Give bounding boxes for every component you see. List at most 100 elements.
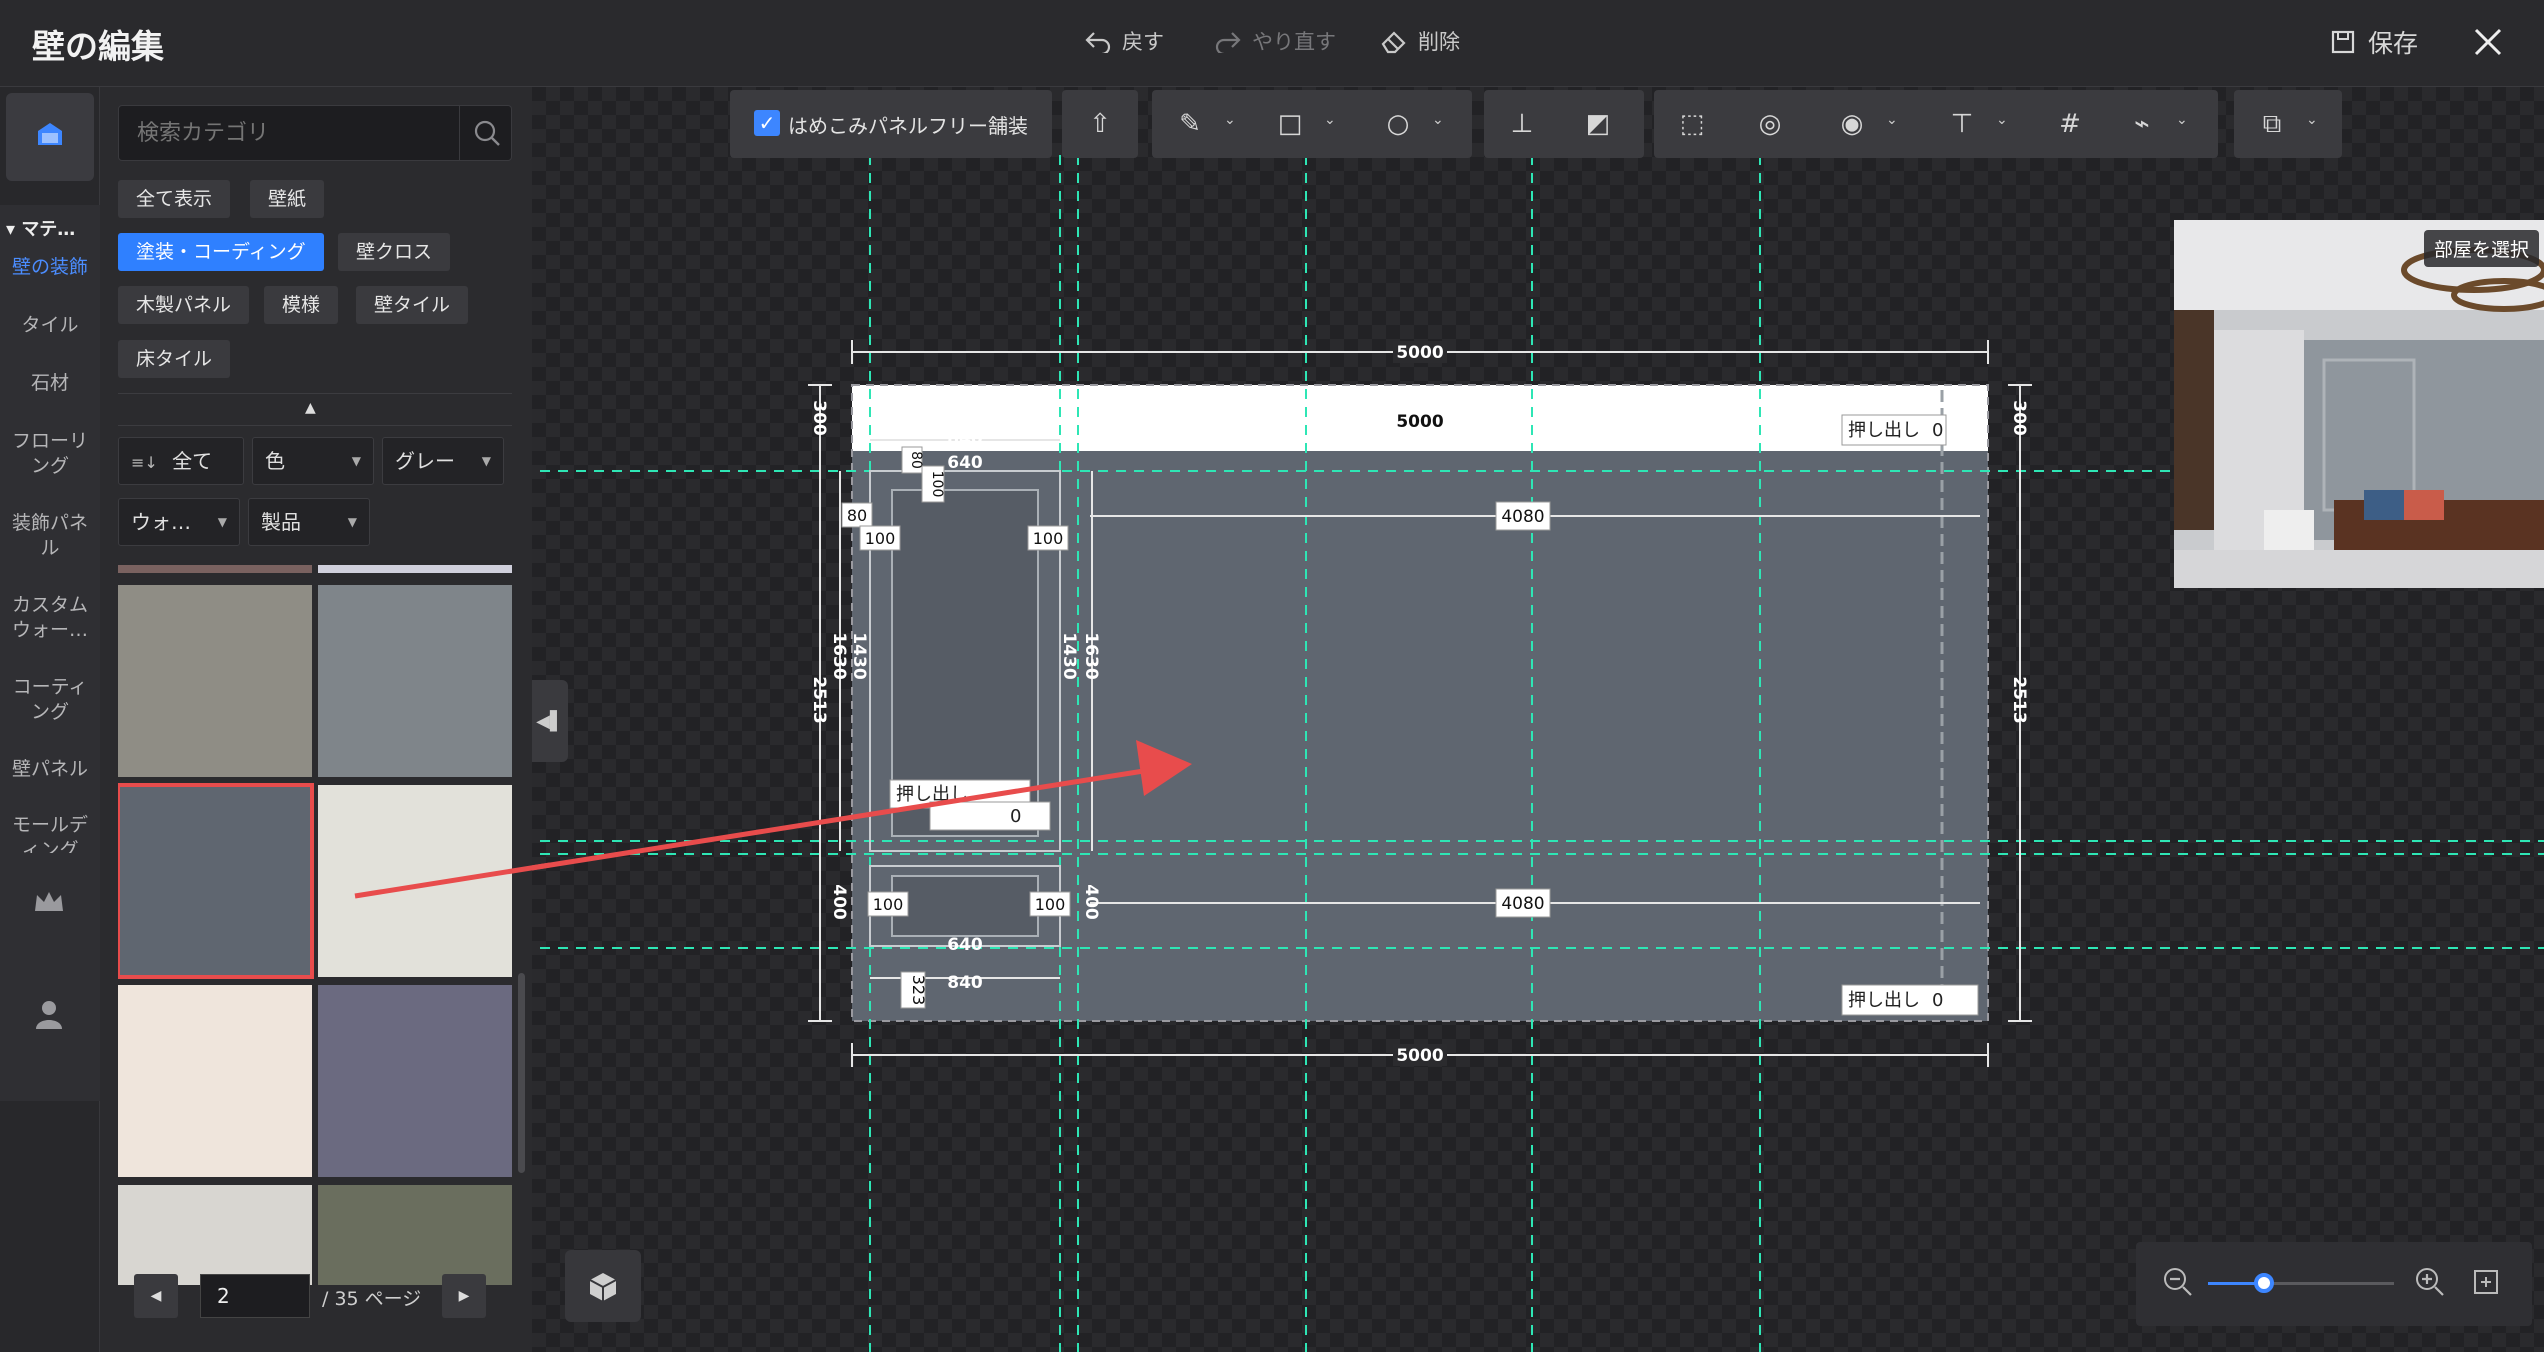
chip-wall-cloth[interactable]: 壁クロス — [338, 233, 451, 271]
chip-pattern[interactable]: 模様 — [264, 286, 339, 324]
chip-wall-tile[interactable]: 壁タイル — [356, 286, 469, 324]
room-preview[interactable] — [2174, 220, 2544, 588]
rail-item-flooring[interactable]: フローリング — [0, 429, 100, 479]
view-3d-button[interactable] — [565, 1250, 641, 1322]
align-icon[interactable]: ⊤ — [1942, 104, 1982, 144]
grid-icon[interactable]: # — [2050, 104, 2090, 144]
fit-view-button[interactable] — [2472, 1268, 2500, 1300]
chevron-left-icon: ◀ — [150, 1288, 162, 1304]
upload-icon[interactable]: ⇧ — [1080, 104, 1120, 144]
dim-frame2-lower-left: 100 — [873, 895, 904, 914]
toolbar-group-checkbox: ✓ はめこみパネルフリー舗装 — [730, 90, 1052, 158]
chip-wood-panel[interactable]: 木製パネル — [118, 286, 250, 324]
pen-tool-icon[interactable]: ✎ — [1170, 104, 1210, 144]
select-room-label[interactable]: 部屋を選択 — [2424, 230, 2540, 267]
crown-icon[interactable] — [32, 887, 66, 921]
rail-section-header[interactable]: ▾ マテ… — [6, 215, 75, 241]
chevron-down-icon[interactable]: ⌄ — [2176, 112, 2188, 128]
prev-page-button[interactable]: ◀ — [134, 1274, 178, 1318]
panel-free-checkbox[interactable]: ✓ — [754, 110, 780, 136]
swatch-grid — [118, 565, 512, 1285]
chip-show-all[interactable]: 全て表示 — [118, 180, 231, 218]
close-button[interactable] — [2466, 20, 2510, 64]
material-category-button[interactable] — [6, 93, 94, 181]
redo-button[interactable]: やり直す — [1214, 26, 1336, 56]
collapse-chips-icon[interactable]: ▲ — [305, 400, 316, 416]
eye-icon[interactable]: ◉ — [1832, 104, 1872, 144]
zoom-slider-handle[interactable] — [2253, 1273, 2274, 1293]
chevron-down-icon[interactable]: ⌄ — [1224, 112, 1236, 128]
undo-label: 戻す — [1122, 30, 1164, 54]
undo-button[interactable]: 戻す — [1084, 26, 1164, 56]
page-number-input[interactable] — [200, 1274, 310, 1318]
dim-frame2-left: 100 — [865, 529, 896, 548]
chevron-down-icon[interactable]: ⌄ — [1432, 112, 1444, 128]
panel-scrollbar[interactable] — [518, 973, 525, 1173]
swatch-tile[interactable] — [118, 585, 312, 777]
extrude-value-door: 0 — [1010, 806, 1021, 827]
lower-panel-inner[interactable] — [891, 875, 1039, 937]
sort-select[interactable]: ≡↓ 全て — [118, 437, 244, 485]
swatch-strip[interactable] — [118, 565, 312, 573]
chevron-down-icon: ▼ — [217, 515, 227, 529]
rail-item-tile[interactable]: タイル — [0, 313, 100, 338]
chevron-down-icon[interactable]: ⌄ — [1324, 112, 1336, 128]
swatch-tile-selected[interactable] — [118, 783, 314, 979]
user-icon[interactable] — [32, 997, 66, 1035]
rail-section: ▾ マテ… 壁の装飾 タイル 石材 フローリング 装飾パネル カスタムウォー… … — [0, 205, 100, 1101]
next-page-button[interactable]: ▶ — [442, 1274, 486, 1318]
color-select[interactable]: 色 ▼ — [252, 437, 374, 485]
rail-item-coating[interactable]: コーティング — [0, 675, 100, 725]
chevron-right-icon: ▶ — [458, 1288, 470, 1304]
color-select-label: 色 — [265, 449, 285, 473]
search-input[interactable] — [119, 106, 459, 160]
toolbar-group-copy: ⧉ ⌄ — [2234, 90, 2342, 158]
swatch-tile[interactable] — [318, 985, 512, 1177]
rectangle-tool-icon[interactable]: □ — [1270, 104, 1310, 144]
swatch-tile[interactable] — [318, 1185, 512, 1285]
rail-item-stone[interactable]: 石材 — [0, 371, 100, 396]
zoom-out-button[interactable] — [2162, 1266, 2194, 1302]
dim-span-2: 4080 — [1501, 894, 1544, 914]
wall-select[interactable]: ウォ… ▼ — [118, 498, 240, 546]
swatch-strip[interactable] — [318, 565, 512, 573]
search-object-icon[interactable]: ◎ — [1750, 104, 1790, 144]
cube-icon — [38, 123, 62, 145]
rail-item-molding[interactable]: モールディング — [0, 813, 100, 853]
save-button[interactable]: 保存 — [2330, 24, 2418, 60]
chevron-down-icon[interactable]: ⌄ — [1996, 112, 2008, 128]
copy-icon[interactable]: ⧉ — [2252, 104, 2292, 144]
fit-view-icon — [2474, 1270, 2498, 1294]
chevron-down-icon[interactable]: ⌄ — [1886, 112, 1898, 128]
rail-item-wall-decor[interactable]: 壁の装飾 — [0, 255, 100, 280]
circle-tool-icon[interactable]: ○ — [1378, 104, 1418, 144]
gray-select[interactable]: グレー ▼ — [382, 437, 504, 485]
ruler-icon[interactable]: ⊥ — [1502, 104, 1542, 144]
title-bar: 壁の編集 戻す やり直す 削除 保存 — [0, 0, 2544, 87]
rail-item-decor-panel[interactable]: 装飾パネル — [0, 511, 100, 561]
toolbar-group-view: ⬚ ◎ ◉ ⌄ ⊤ ⌄ # ⌁ ⌄ — [1654, 90, 2218, 158]
product-select[interactable]: 製品 ▼ — [248, 498, 370, 546]
swatch-tile[interactable] — [118, 985, 312, 1177]
select-area-icon[interactable]: ⬚ — [1672, 104, 1712, 144]
dim-span-1: 4080 — [1501, 507, 1544, 527]
product-select-label: 製品 — [261, 510, 301, 534]
swatch-tile[interactable] — [318, 585, 512, 777]
chip-wallpaper[interactable]: 壁紙 — [250, 180, 325, 218]
rail-item-custom-wall[interactable]: カスタムウォー… — [0, 593, 100, 643]
dim-lower-height-left: 400 — [829, 884, 849, 920]
chip-floor-tile[interactable]: 床タイル — [118, 340, 231, 378]
search-button[interactable] — [459, 106, 513, 160]
chip-paint-coating[interactable]: 塗装・コーディング — [118, 233, 324, 271]
chevron-down-icon[interactable]: ⌄ — [2306, 112, 2318, 128]
dim-frame-left: 80 — [847, 506, 867, 525]
delete-button[interactable]: 削除 — [1380, 26, 1460, 56]
swatch-tile[interactable] — [118, 1185, 312, 1285]
zoom-in-button[interactable] — [2414, 1266, 2446, 1302]
edit-panel-icon[interactable]: ◩ — [1578, 104, 1618, 144]
paint-brush-icon[interactable]: ⌁ — [2122, 104, 2162, 144]
zoom-control — [2136, 1242, 2532, 1326]
rail-item-wall-panel[interactable]: 壁パネル — [0, 757, 100, 782]
annotation-arrow-tail — [354, 862, 550, 899]
extrude-label-top: 押し出し — [1848, 420, 1920, 441]
